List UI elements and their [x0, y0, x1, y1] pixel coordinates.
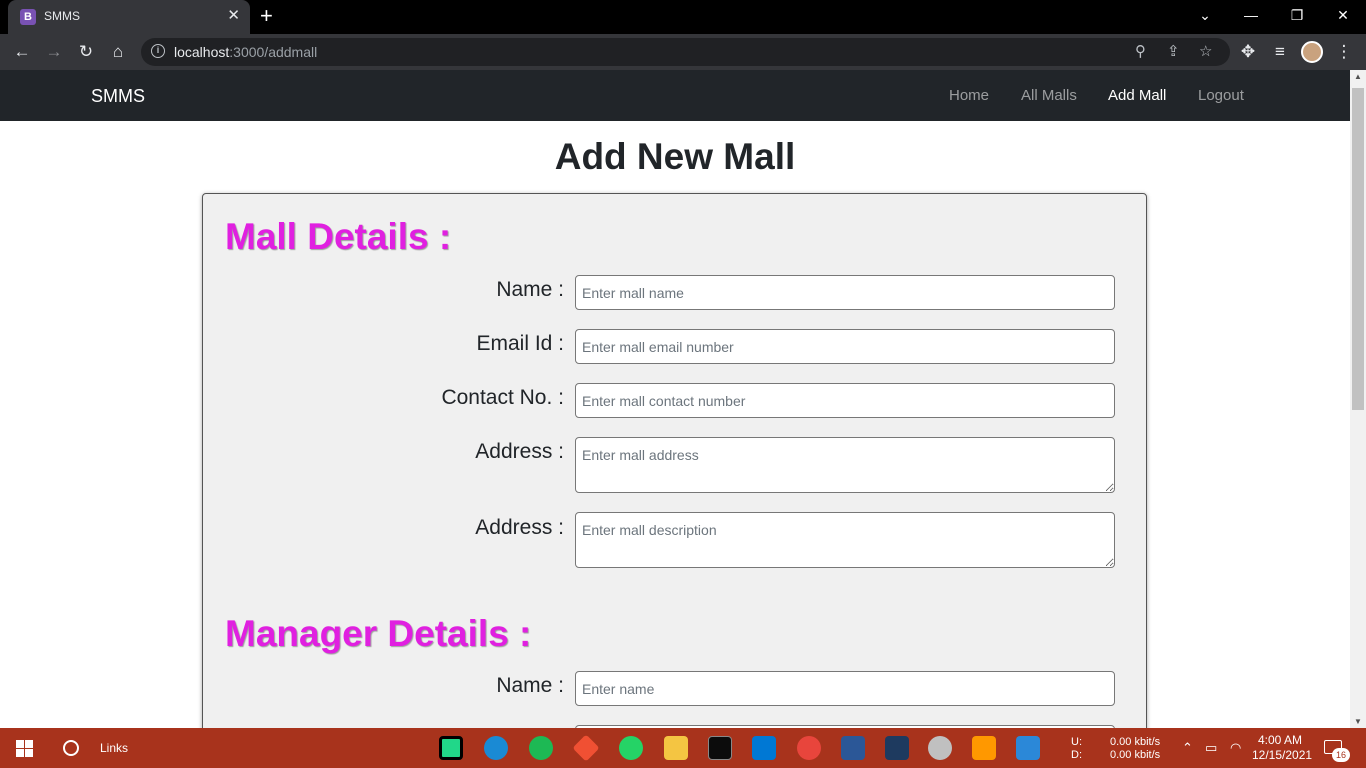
add-mall-form: Mall Details : Name : Email Id : Contact… [202, 193, 1147, 728]
mall-description-textarea[interactable] [575, 512, 1115, 568]
battery-icon[interactable]: ▭ [1205, 740, 1217, 756]
system-clock[interactable]: 4:00 AM 12/15/2021 [1252, 733, 1312, 763]
git-icon[interactable] [572, 734, 600, 762]
network-speed-meter: 0.00 kbit/s 0.00 kbit/s [1110, 736, 1161, 761]
whatsapp-icon[interactable] [619, 736, 643, 760]
photos-icon[interactable] [1016, 736, 1040, 760]
browser-tab-strip: B SMMS ✕ + ⌄ — ❐ ✕ [0, 0, 1366, 34]
reading-list-icon[interactable]: ≡ [1270, 42, 1290, 62]
bootstrap-favicon-icon: B [20, 9, 36, 25]
manager-details-heading: Manager Details : [225, 613, 532, 654]
wifi-icon[interactable]: ◠ [1230, 740, 1241, 756]
extensions-icon[interactable]: ✥ [1238, 42, 1258, 62]
mall-contact-label: Contact No. : [441, 386, 564, 409]
terminal-icon[interactable] [708, 736, 732, 760]
minimize-icon[interactable]: — [1228, 0, 1274, 30]
mall-address-label: Address : [475, 440, 564, 463]
mall-name-label: Name : [496, 278, 564, 301]
site-info-icon[interactable]: i [151, 44, 165, 58]
notification-count-badge: 16 [1332, 748, 1350, 762]
edge-icon[interactable] [484, 736, 508, 760]
site-navbar: SMMS Home All Malls Add Mall Logout [0, 70, 1350, 121]
nav-link-all-malls[interactable]: All Malls [1021, 87, 1077, 104]
sublime-text-icon[interactable] [972, 736, 996, 760]
mall-details-heading: Mall Details : [225, 216, 452, 257]
browser-toolbar: ← → ↻ ⌂ i localhost:3000/addmall ⚲ ⇪ ☆ ✥… [0, 34, 1366, 70]
manager-name-label: Name : [496, 674, 564, 697]
new-tab-icon[interactable]: + [260, 5, 273, 27]
mall-email-label: Email Id : [476, 332, 564, 355]
zoom-icon[interactable]: ⚲ [1135, 42, 1146, 60]
file-explorer-icon[interactable] [664, 736, 688, 760]
close-tab-icon[interactable]: ✕ [227, 7, 240, 25]
scroll-up-arrow-icon[interactable]: ▲ [1354, 72, 1362, 81]
links-toolbar[interactable]: Links [100, 741, 128, 755]
mall-address-textarea[interactable] [575, 437, 1115, 493]
manager-name-input[interactable] [575, 671, 1115, 706]
browser-menu-icon[interactable]: ⋮ [1334, 42, 1354, 62]
nav-link-logout[interactable]: Logout [1198, 87, 1244, 104]
navbar-brand[interactable]: SMMS [91, 86, 145, 107]
windows-start-icon[interactable] [16, 740, 33, 757]
browser-tab[interactable]: B SMMS ✕ [8, 0, 250, 34]
nav-link-add-mall[interactable]: Add Mall [1108, 87, 1166, 104]
url-text[interactable]: localhost:3000/addmall [174, 44, 317, 60]
restore-icon[interactable]: ❐ [1274, 0, 1320, 30]
share-icon[interactable]: ⇪ [1167, 42, 1180, 60]
mall-description-label: Address : [475, 516, 564, 539]
mall-email-input[interactable] [575, 329, 1115, 364]
mall-name-input[interactable] [575, 275, 1115, 310]
page-viewport: SMMS Home All Malls Add Mall Logout Add … [0, 70, 1350, 728]
chrome-icon[interactable] [787, 728, 831, 768]
nav-link-home[interactable]: Home [949, 87, 989, 104]
page-scrollbar[interactable]: ▲ ▼ [1350, 70, 1366, 728]
vscode-icon[interactable] [752, 736, 776, 760]
spotify-icon[interactable] [529, 736, 553, 760]
windows-taskbar: Links U: D: 0.00 kbit/s 0.00 kbit/s ⌃ ▭ ◠ … [0, 728, 1366, 768]
net-labels: U: D: [1071, 736, 1082, 761]
reload-icon[interactable]: ↻ [76, 42, 96, 62]
cortana-search-icon[interactable] [63, 740, 79, 756]
page-title: Add New Mall [554, 136, 796, 177]
mall-contact-input[interactable] [575, 383, 1115, 418]
mysql-workbench-icon[interactable] [885, 736, 909, 760]
back-icon[interactable]: ← [12, 42, 32, 62]
close-window-icon[interactable]: ✕ [1320, 0, 1366, 30]
tab-search-chevron-icon[interactable]: ⌄ [1182, 0, 1228, 30]
tab-title: SMMS [44, 9, 80, 23]
forward-icon[interactable]: → [44, 42, 64, 62]
word-icon[interactable] [841, 736, 865, 760]
home-icon[interactable]: ⌂ [108, 42, 128, 62]
scrollbar-thumb[interactable] [1352, 88, 1364, 410]
scroll-down-arrow-icon[interactable]: ▼ [1354, 717, 1362, 726]
address-bar[interactable]: i localhost:3000/addmall ⚲ ⇪ ☆ [141, 38, 1230, 66]
show-hidden-icons-chevron-icon[interactable]: ⌃ [1182, 740, 1193, 756]
pycharm-icon[interactable] [439, 736, 463, 760]
bookmark-star-icon[interactable]: ☆ [1199, 42, 1212, 60]
settings-gear-icon[interactable] [928, 736, 952, 760]
profile-avatar[interactable] [1301, 41, 1323, 63]
